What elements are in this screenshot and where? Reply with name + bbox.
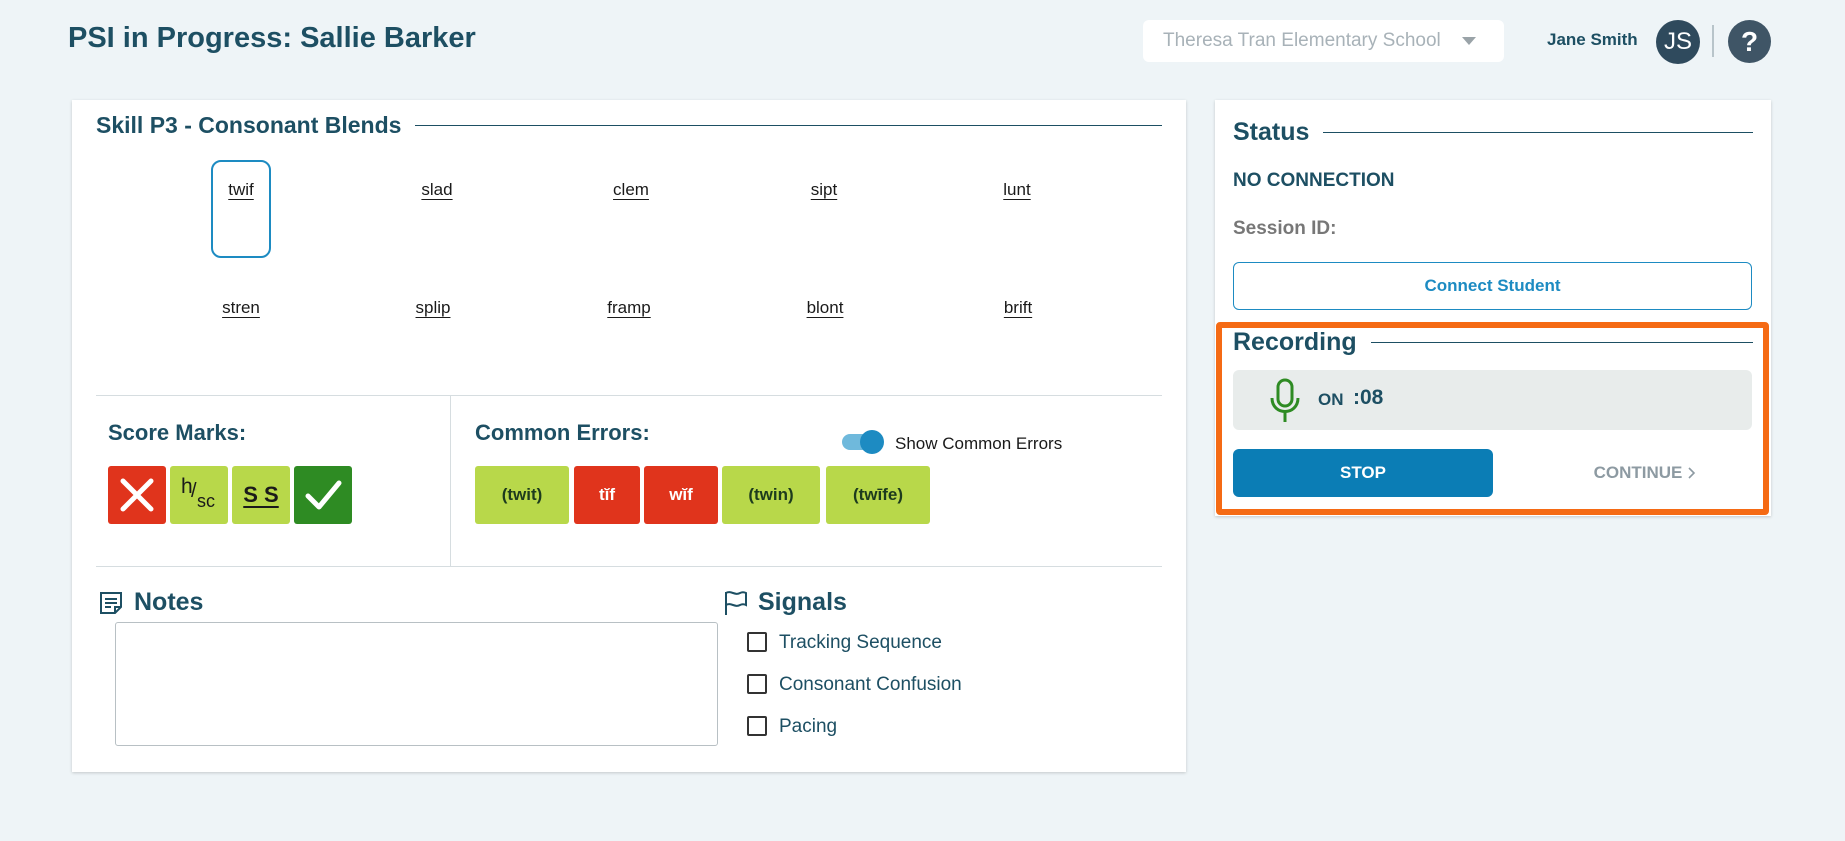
word-text: slad: [421, 180, 453, 199]
show-common-errors-label: Show Common Errors: [895, 434, 1063, 453]
word-item[interactable]: sipt: [794, 160, 854, 258]
skill-title: Skill P3 - Consonant Blends: [96, 112, 1162, 139]
signal-label: Pacing: [779, 716, 838, 737]
word-item[interactable]: lunt: [987, 160, 1047, 258]
connect-student-button[interactable]: Connect Student: [1233, 262, 1752, 310]
section-rule: [415, 125, 1162, 126]
assessment-card: Skill P3 - Consonant Blends twif slad cl…: [72, 100, 1186, 772]
divider: [96, 566, 1162, 567]
word-text: clem: [613, 180, 649, 199]
word-item[interactable]: brift: [988, 278, 1048, 376]
signals-title: Signals: [722, 588, 847, 617]
toggle-knob: [860, 430, 884, 454]
section-rule: [1323, 132, 1753, 133]
error-chip[interactable]: (twīfe): [826, 466, 930, 524]
status-title: Status: [1233, 118, 1753, 147]
divider: [450, 396, 451, 566]
hsc-sc: sc: [197, 491, 215, 511]
signal-label: Consonant Confusion: [779, 674, 962, 695]
notes-title-text: Notes: [134, 588, 204, 616]
word-text: lunt: [1003, 180, 1031, 199]
word-text: twif: [228, 180, 254, 199]
x-icon: [120, 478, 154, 512]
notes-title: Notes: [98, 588, 203, 617]
show-common-errors-toggle[interactable]: [842, 430, 884, 454]
word-text: splip: [415, 298, 451, 317]
word-item[interactable]: framp: [599, 278, 659, 376]
session-id-label: Session ID:: [1233, 218, 1337, 239]
word-item[interactable]: splip: [403, 278, 463, 376]
signal-checkbox-tracking[interactable]: [747, 632, 767, 652]
user-name: Jane Smith: [1547, 30, 1638, 49]
help-button[interactable]: ?: [1728, 20, 1771, 63]
error-chip[interactable]: (twit): [475, 466, 569, 524]
chevron-down-icon: [1462, 37, 1476, 45]
score-marks-title: Score Marks:: [108, 420, 247, 445]
sound-by-sound-button[interactable]: S S: [232, 466, 290, 524]
notes-icon: [100, 591, 122, 614]
word-text: stren: [222, 298, 260, 317]
word-item[interactable]: slad: [407, 160, 467, 258]
hsc-label: h / sc: [179, 475, 219, 515]
signals-title-text: Signals: [758, 588, 847, 616]
skill-title-text: Skill P3 - Consonant Blends: [96, 112, 402, 138]
common-errors-title: Common Errors:: [475, 420, 650, 445]
word-text: framp: [607, 298, 651, 317]
hsc-slash: /: [191, 480, 197, 502]
word-item[interactable]: blont: [795, 278, 855, 376]
incorrect-mark-button[interactable]: [108, 466, 166, 524]
word-item-selected[interactable]: twif: [211, 160, 271, 258]
status-title-text: Status: [1233, 118, 1310, 146]
divider: [96, 395, 1162, 396]
error-chip[interactable]: tĭf: [574, 466, 640, 524]
hesitation-self-correct-button[interactable]: h / sc: [170, 466, 228, 524]
word-item[interactable]: clem: [601, 160, 661, 258]
signal-checkbox-pacing[interactable]: [747, 716, 767, 736]
connection-status: NO CONNECTION: [1233, 170, 1395, 191]
correct-mark-button[interactable]: [294, 466, 352, 524]
error-chip[interactable]: wĭf: [644, 466, 718, 524]
word-text: sipt: [810, 180, 838, 199]
recording-highlight: [1216, 322, 1769, 515]
word-text: blont: [806, 298, 844, 317]
avatar[interactable]: JS: [1656, 20, 1700, 64]
school-select[interactable]: Theresa Tran Elementary School: [1143, 20, 1504, 62]
error-chip[interactable]: (twin): [722, 466, 820, 524]
notes-textarea[interactable]: [115, 622, 718, 746]
school-select-value: Theresa Tran Elementary School: [1163, 30, 1441, 51]
header-divider: [1712, 25, 1714, 57]
word-text: brift: [1003, 298, 1033, 317]
signal-label: Tracking Sequence: [779, 632, 943, 653]
flag-icon: [725, 590, 747, 615]
check-icon: [305, 480, 342, 510]
signal-checkbox-consonant[interactable]: [747, 674, 767, 694]
page-title: PSI in Progress: Sallie Barker: [68, 22, 476, 54]
word-item[interactable]: stren: [211, 278, 271, 376]
